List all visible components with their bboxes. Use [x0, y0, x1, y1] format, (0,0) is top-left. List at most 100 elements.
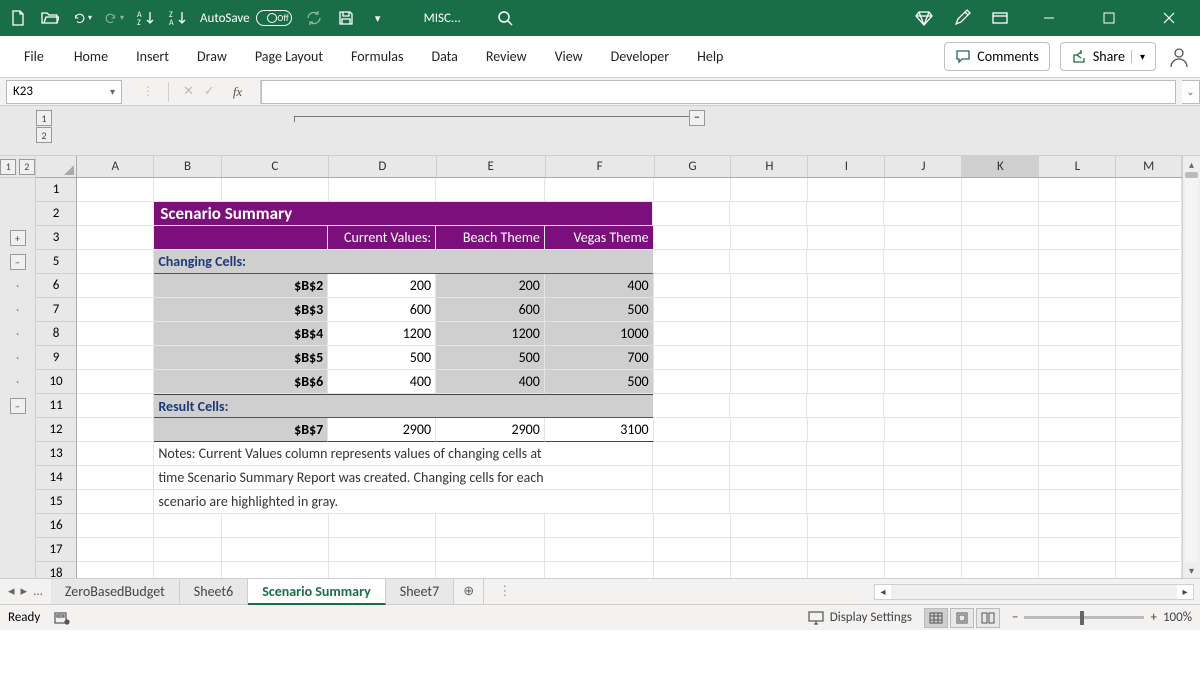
- column-header-C[interactable]: C: [222, 156, 329, 177]
- cell[interactable]: [653, 394, 730, 418]
- tab-formulas[interactable]: Formulas: [337, 38, 417, 75]
- cell[interactable]: [654, 418, 731, 442]
- tab-data[interactable]: Data: [417, 38, 471, 75]
- cell[interactable]: [884, 394, 961, 418]
- autosave-toggle[interactable]: AutoSave Off: [200, 10, 292, 26]
- cell[interactable]: [77, 538, 154, 562]
- cell[interactable]: [222, 178, 329, 202]
- cell[interactable]: [885, 178, 962, 202]
- cell[interactable]: [1039, 274, 1116, 298]
- cell[interactable]: [653, 490, 730, 514]
- tab-view[interactable]: View: [541, 38, 597, 75]
- cell[interactable]: $B$2: [154, 274, 328, 298]
- cell[interactable]: [884, 442, 961, 466]
- share-button[interactable]: Share ▾: [1060, 42, 1156, 71]
- tab-draw[interactable]: Draw: [183, 38, 241, 75]
- cell[interactable]: [884, 490, 961, 514]
- cell[interactable]: [730, 202, 807, 226]
- cell[interactable]: 1200: [328, 322, 436, 346]
- column-header-B[interactable]: B: [154, 156, 222, 177]
- cell[interactable]: [653, 202, 730, 226]
- cell[interactable]: [77, 322, 154, 346]
- cell[interactable]: [154, 178, 222, 202]
- cell[interactable]: [77, 490, 154, 514]
- cell[interactable]: [884, 250, 961, 274]
- minimize-button[interactable]: [1028, 0, 1070, 36]
- cell[interactable]: [154, 514, 222, 538]
- result-cells-header[interactable]: Result Cells:: [154, 394, 652, 418]
- column-header-H[interactable]: H: [731, 156, 808, 177]
- cell[interactable]: [884, 202, 961, 226]
- row-header-13[interactable]: 13: [36, 442, 77, 466]
- col-outline-level-1[interactable]: 1: [36, 110, 52, 126]
- zoom-control[interactable]: − + 100%: [1012, 610, 1192, 625]
- cell[interactable]: [962, 538, 1039, 562]
- changing-cells-header[interactable]: Changing Cells:: [154, 250, 652, 274]
- cell[interactable]: [1039, 442, 1116, 466]
- cell[interactable]: [329, 178, 437, 202]
- document-title[interactable]: MISC...: [418, 9, 467, 28]
- cell[interactable]: [1116, 562, 1182, 578]
- cell[interactable]: [654, 178, 731, 202]
- row-outline-collapse[interactable]: −: [10, 254, 26, 270]
- tab-help[interactable]: Help: [683, 38, 737, 75]
- cell[interactable]: [1039, 370, 1116, 394]
- cell[interactable]: [885, 370, 962, 394]
- sheet-tab-zerobasedbudget[interactable]: ZeroBasedBudget: [51, 579, 180, 604]
- cell[interactable]: [1116, 466, 1182, 490]
- cell[interactable]: [1116, 490, 1182, 514]
- open-icon[interactable]: [40, 8, 60, 28]
- cell[interactable]: [962, 226, 1039, 250]
- cell[interactable]: [808, 226, 885, 250]
- row-outline-level-1[interactable]: 1: [0, 159, 16, 175]
- row-header-5[interactable]: 5: [36, 250, 77, 274]
- cell[interactable]: [962, 418, 1039, 442]
- cell[interactable]: [962, 442, 1039, 466]
- cell[interactable]: [808, 370, 885, 394]
- cell[interactable]: [77, 346, 154, 370]
- file-tab[interactable]: File: [8, 38, 60, 75]
- search-button[interactable]: [497, 10, 513, 26]
- cell[interactable]: [1116, 178, 1182, 202]
- cell[interactable]: [654, 226, 731, 250]
- row-outline-level-2[interactable]: 2: [19, 159, 35, 175]
- column-header-F[interactable]: F: [546, 156, 655, 177]
- cell[interactable]: [654, 298, 731, 322]
- sheet-tab-sheet6[interactable]: Sheet6: [180, 579, 248, 604]
- tab-insert[interactable]: Insert: [122, 38, 183, 75]
- cell[interactable]: [808, 178, 885, 202]
- col-outline-level-2[interactable]: 2: [36, 127, 52, 143]
- cell[interactable]: [545, 514, 654, 538]
- cell[interactable]: [654, 274, 731, 298]
- cell[interactable]: [962, 178, 1039, 202]
- cell[interactable]: [731, 322, 808, 346]
- cell[interactable]: [807, 490, 884, 514]
- accept-formula-icon[interactable]: ✓: [204, 84, 215, 99]
- cell[interactable]: [1116, 226, 1182, 250]
- cell[interactable]: [731, 226, 808, 250]
- sort-desc-icon[interactable]: ZA: [168, 8, 188, 28]
- cell[interactable]: [77, 514, 154, 538]
- cell[interactable]: [1116, 346, 1182, 370]
- cell[interactable]: [808, 538, 885, 562]
- cell[interactable]: [653, 442, 730, 466]
- column-header-E[interactable]: E: [437, 156, 546, 177]
- cell[interactable]: [885, 346, 962, 370]
- row-header-2[interactable]: 2: [36, 202, 77, 226]
- row-header-1[interactable]: 1: [36, 178, 77, 202]
- cell[interactable]: 500: [545, 298, 654, 322]
- cell[interactable]: [77, 442, 154, 466]
- cell[interactable]: 500: [545, 370, 654, 394]
- cell[interactable]: [807, 442, 884, 466]
- cell[interactable]: $B$3: [154, 298, 328, 322]
- cell[interactable]: [1039, 538, 1116, 562]
- pen-icon[interactable]: [952, 8, 972, 28]
- cell[interactable]: [77, 178, 154, 202]
- sheet-tab-scenario-summary[interactable]: Scenario Summary: [248, 579, 386, 605]
- cell[interactable]: [1116, 250, 1182, 274]
- cell[interactable]: [653, 250, 730, 274]
- cell[interactable]: 400: [328, 370, 436, 394]
- column-header-L[interactable]: L: [1039, 156, 1116, 177]
- cell[interactable]: [1116, 202, 1182, 226]
- vertical-scrollbar[interactable]: ▴ ▾: [1182, 156, 1200, 578]
